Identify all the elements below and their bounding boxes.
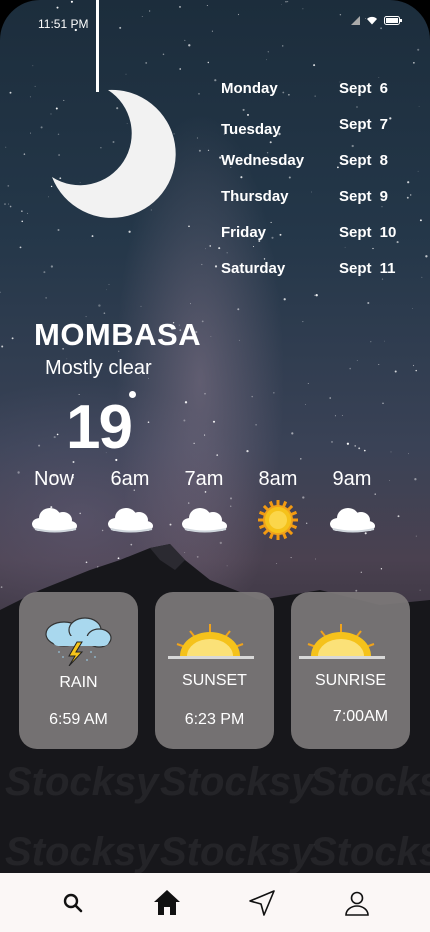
sunrise-title: SUNRISE (314, 672, 387, 689)
hourly-time-label: 8am (258, 468, 298, 490)
watermark: Stocksy (310, 760, 430, 804)
sun-icon (258, 500, 298, 540)
forecast-day-date: Sept 7 (339, 116, 389, 133)
status-time: 11:51 PM (38, 17, 89, 31)
battery-icon (384, 16, 402, 25)
forecast-day-date: Sept 11 (339, 260, 396, 277)
sunset-time: 6:23 PM (184, 711, 245, 728)
navigation-arrow-icon[interactable] (244, 885, 280, 921)
cloud-icon (182, 508, 227, 533)
forecast-day-row: Tuesday Sept 7 (221, 116, 406, 141)
city-name: MOMBASA (34, 317, 202, 352)
forecast-day-row: Friday Sept 10 (221, 224, 406, 244)
moon-string (96, 0, 99, 92)
forecast-day-name: Monday (221, 80, 278, 97)
crescent-moon-icon (52, 89, 176, 218)
hourly-item[interactable]: 8am (242, 468, 314, 540)
forecast-day-row: Monday Sept 6 (221, 80, 406, 100)
watermark: Stocksy (160, 830, 314, 874)
search-icon[interactable] (55, 885, 91, 921)
cloud-icon (330, 508, 375, 533)
profile-icon[interactable] (339, 885, 375, 921)
forecast-day-row: Saturday Sept 11 (221, 260, 406, 280)
watermark: Stocksy (5, 830, 159, 874)
forecast-day-name: Wednesday (221, 152, 305, 169)
degree-symbol (129, 391, 136, 398)
rain-card[interactable]: RAIN 6:59 AM (19, 592, 138, 749)
forecast-day-name: Friday (221, 224, 267, 241)
watermark: Stocksy (5, 760, 159, 804)
hourly-time-label: 6am (110, 468, 150, 490)
bottom-nav-bar (0, 873, 430, 932)
cloud-icon (32, 508, 77, 533)
hourly-item[interactable]: 9am (316, 468, 388, 533)
sunrise-icon (299, 624, 385, 659)
rain-time: 6:59 AM (49, 711, 108, 728)
status-bar: 11:51 PM (38, 14, 402, 32)
weather-condition: Mostly clear (45, 357, 152, 379)
forecast-day-row: Wednesday Sept 8 (221, 152, 406, 172)
sunrise-card[interactable]: SUNRISE 7:00AM (291, 592, 410, 749)
cloud-icon (108, 508, 153, 533)
sunset-card[interactable]: SUNSET 6:23 PM (155, 592, 274, 749)
hourly-time-label: 7am (184, 468, 224, 490)
wifi-icon (367, 16, 377, 25)
signal-icon (351, 16, 360, 25)
hourly-time-label: 9am (332, 468, 372, 490)
forecast-day-row: Thursday Sept 9 (221, 188, 406, 208)
watermark: Stocksy (310, 830, 430, 874)
sunset-icon (168, 624, 254, 659)
forecast-day-name: Saturday (221, 260, 286, 277)
sunset-title: SUNSET (182, 672, 247, 689)
forecast-day-name: Thursday (221, 188, 289, 205)
weather-screen: Stocksy Stocksy Stocksy Stocksy Stocksy … (0, 0, 430, 932)
hourly-item[interactable]: Now (18, 468, 90, 533)
forecast-day-date: Sept 10 (339, 224, 397, 241)
home-icon[interactable] (149, 885, 185, 921)
rain-title: RAIN (59, 674, 98, 691)
storm-cloud-icon (45, 617, 112, 666)
forecast-day-date: Sept 6 (339, 80, 389, 97)
hourly-item[interactable]: 6am (94, 468, 166, 533)
sunrise-time: 7:00AM (332, 708, 389, 725)
current-temperature: 19 (66, 393, 133, 462)
forecast-day-date: Sept 9 (339, 188, 389, 205)
forecast-day-date: Sept 8 (339, 152, 389, 169)
forecast-day-name: Tuesday (221, 121, 281, 138)
hourly-item[interactable]: 7am (168, 468, 240, 533)
watermark: Stocksy (160, 760, 314, 804)
hourly-time-label: Now (33, 468, 74, 490)
